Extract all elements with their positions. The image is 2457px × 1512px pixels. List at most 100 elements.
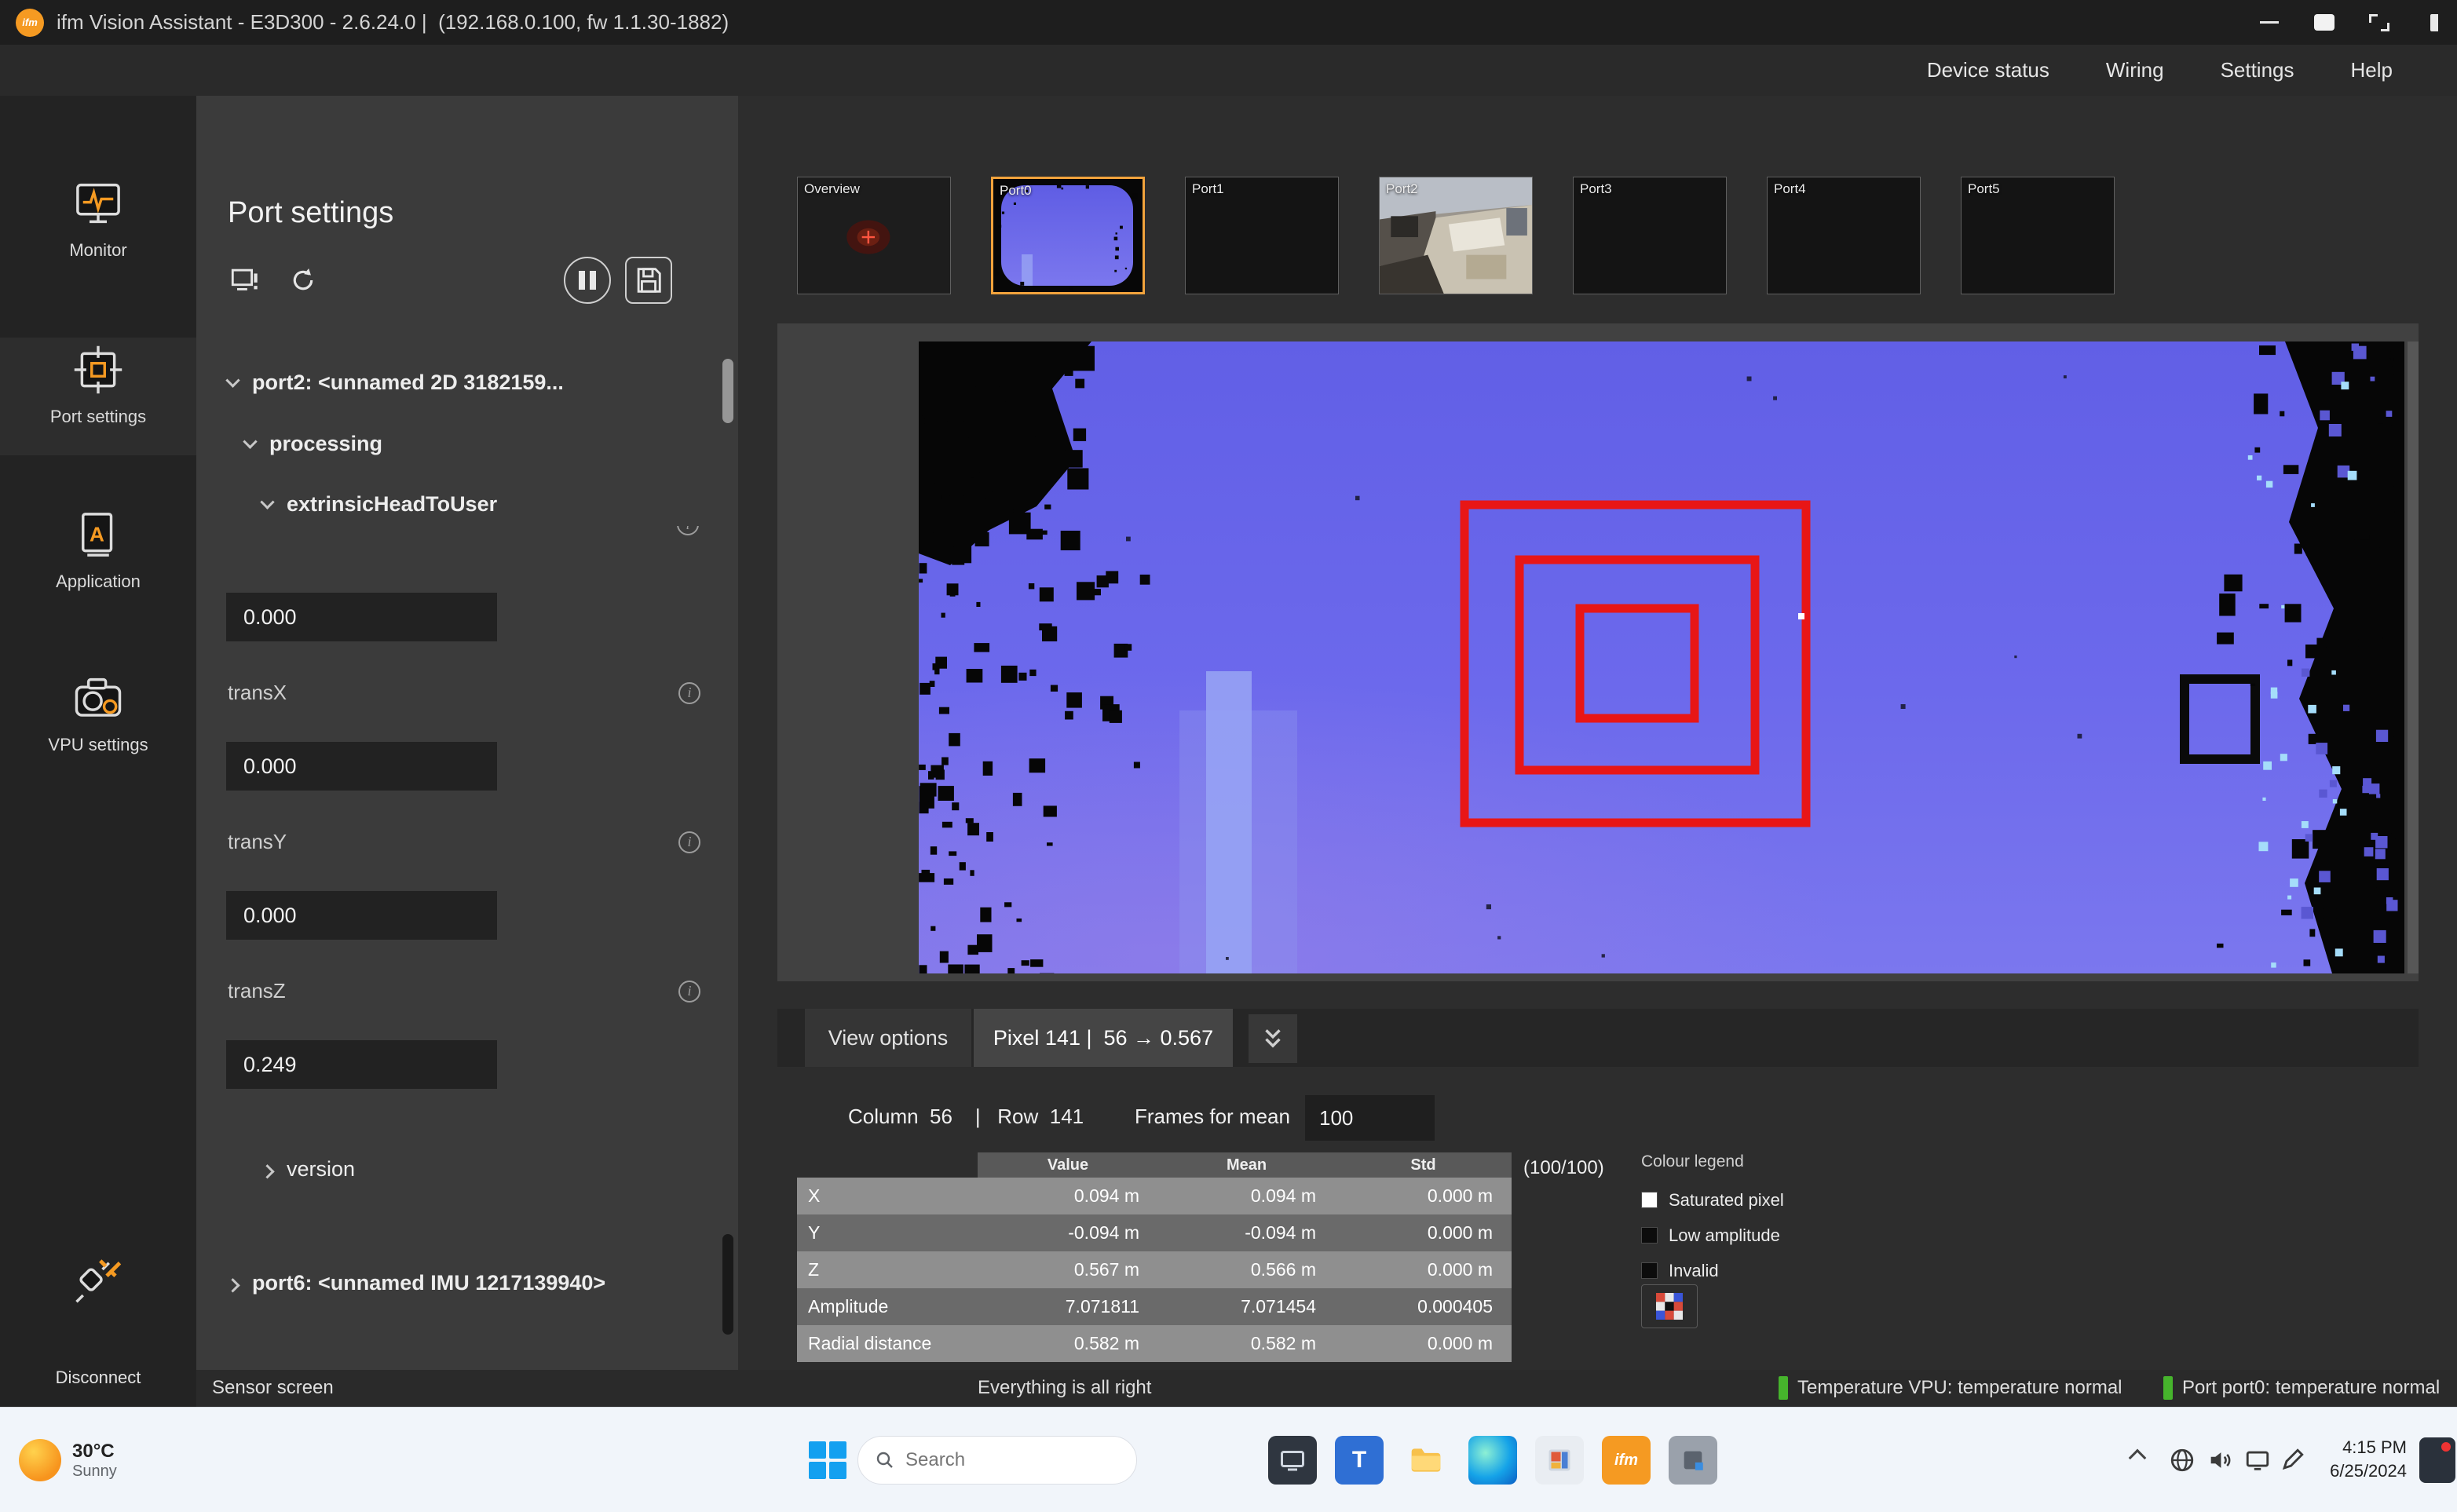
windows-logo-icon [829, 1441, 846, 1459]
tree-node-version[interactable]: version [262, 1157, 355, 1181]
maximize-button[interactable] [2313, 11, 2336, 35]
pause-icon [579, 271, 585, 290]
info-icon[interactable]: i [678, 831, 700, 853]
info-icon: i [677, 526, 699, 535]
port-settings-panel: Port settings [196, 96, 738, 1370]
legend-item-low-amplitude: Low amplitude [1641, 1218, 1971, 1253]
tree-node-processing[interactable]: processing [245, 432, 382, 456]
thumbnail-port4[interactable]: Port4 [1767, 177, 1921, 294]
clipped-info-icon: i [677, 526, 702, 539]
network-icon[interactable] [2169, 1447, 2196, 1474]
weather-temperature: 30°C [72, 1441, 117, 1463]
nav-item-monitor[interactable]: Monitor [0, 171, 196, 289]
search-input[interactable] [905, 1449, 1094, 1471]
param-input-transx[interactable] [226, 742, 497, 791]
pen-icon[interactable] [2279, 1447, 2305, 1474]
save-button[interactable] [625, 257, 672, 304]
scrollbar-thumb[interactable] [722, 1234, 733, 1335]
notes-app-icon[interactable]: T [1335, 1436, 1384, 1485]
thumbnail-overview[interactable]: Overview [797, 177, 951, 294]
nav-item-disconnect[interactable]: Disconnect [0, 1368, 196, 1388]
tree-node-label: port2: <unnamed 2D 3182159... [252, 371, 564, 395]
ifm-logo-icon: ifm [16, 9, 44, 37]
tab-view-options[interactable]: View options [805, 1009, 971, 1067]
taskbar-clock[interactable]: 4:15 PM 6/25/2024 [2330, 1436, 2407, 1483]
legend-item-invalid: Invalid [1641, 1253, 1971, 1288]
info-icon[interactable]: i [678, 682, 700, 704]
param-input-transy[interactable] [226, 891, 497, 940]
thumbnail-port1[interactable]: Port1 [1185, 177, 1339, 294]
sync-button[interactable] [280, 257, 327, 304]
tree-node-label: port6: <unnamed IMU 1217139940> [252, 1271, 605, 1295]
palette-button[interactable] [1641, 1284, 1698, 1328]
menu-item-help[interactable]: Help [2351, 58, 2393, 82]
chevron-down-icon [225, 373, 239, 387]
thumbnail-port2[interactable]: Port2 [1379, 177, 1533, 294]
start-button[interactable] [809, 1441, 846, 1479]
vpu-temperature-status: Temperature VPU: temperature normal [1779, 1376, 2122, 1400]
menu-item-settings[interactable]: Settings [2221, 58, 2294, 82]
frames-for-mean-label: Frames for mean [1135, 1105, 1290, 1129]
col-header-mean: Mean [1158, 1152, 1335, 1178]
depth-image[interactable] [919, 341, 2404, 973]
device-tool-app-icon[interactable] [1669, 1436, 1717, 1485]
thumbnail-label: Port4 [1774, 181, 1806, 197]
tree-node-port2[interactable]: port2: <unnamed 2D 3182159... [228, 371, 564, 395]
thumbnail-port0[interactable]: Port0 [991, 177, 1145, 294]
fullscreen-button[interactable] [2367, 11, 2391, 35]
media-app-icon[interactable] [1535, 1436, 1584, 1485]
nav-item-vpu-settings[interactable]: VPU settings [0, 666, 196, 783]
tab-pixel[interactable]: Pixel 141 | 56 → 0.567 [974, 1009, 1233, 1067]
speaker-icon[interactable] [2207, 1447, 2233, 1474]
pixel-summary: Column 56 | Row 141 Frames for mean [777, 1095, 2419, 1142]
clock-time: 4:15 PM [2330, 1436, 2407, 1459]
tree-node-port6[interactable]: port6: <unnamed IMU 1217139940> [228, 1271, 605, 1295]
tree-node-label: processing [269, 432, 382, 456]
file-explorer-icon[interactable] [1402, 1436, 1450, 1485]
nav-item-port-settings[interactable]: Port settings [0, 338, 196, 455]
app-window: ifm ifm Vision Assistant - E3D300 - 2.6.… [0, 0, 2457, 1512]
legend-item-saturated: Saturated pixel [1641, 1182, 1971, 1218]
frames-for-mean-input[interactable] [1305, 1095, 1435, 1141]
tree-node-extrinsic-head-to-user[interactable]: extrinsicHeadToUser [262, 492, 497, 517]
windows-logo-icon [809, 1462, 826, 1479]
pause-button[interactable] [564, 257, 611, 304]
ifm-app-icon[interactable]: ifm [1602, 1436, 1651, 1485]
screen-share-app-icon[interactable] [1268, 1436, 1317, 1485]
notification-button[interactable] [2419, 1437, 2455, 1483]
param-input-rot[interactable] [226, 593, 497, 641]
thumbnail-port3[interactable]: Port3 [1573, 177, 1727, 294]
scrollbar-thumb[interactable] [722, 359, 733, 423]
nav-sidebar: Monitor Port settings A Application [0, 96, 196, 1407]
minimize-button[interactable] [2258, 11, 2281, 35]
viewer-scrollbar[interactable] [2408, 341, 2419, 973]
tab-label: View options [828, 1026, 949, 1050]
chevron-down-icon [260, 495, 274, 509]
live-image-button[interactable] [221, 257, 269, 304]
thumbnail-label: Port1 [1192, 181, 1224, 197]
status-bar: Sensor screen Everything is all right Te… [196, 1370, 2457, 1407]
column-row-label: Column 56 | Row 141 [848, 1105, 1084, 1129]
param-input-transz[interactable] [226, 1040, 497, 1089]
taskbar-search[interactable] [857, 1436, 1137, 1485]
port-settings-icon [72, 344, 124, 396]
status-screen-label: Sensor screen [212, 1377, 334, 1399]
taskbar-weather-widget[interactable]: 30°C Sunny [19, 1408, 117, 1512]
edge-browser-icon[interactable] [1468, 1436, 1517, 1485]
application-icon: A [72, 509, 124, 561]
display-icon[interactable] [2244, 1447, 2271, 1474]
thumbnail-port5[interactable]: Port5 [1961, 177, 2115, 294]
table-header-row: Value Mean Std [797, 1152, 1512, 1178]
colour-legend: Colour legend Saturated pixel Low amplit… [1641, 1152, 1971, 1288]
col-header-value: Value [978, 1152, 1158, 1178]
inspector-tabstrip: View options Pixel 141 | 56 → 0.567 [777, 1009, 2419, 1067]
nav-item-application[interactable]: A Application [0, 502, 196, 620]
menu-item-device-status[interactable]: Device status [1927, 58, 2049, 82]
disconnect-icon[interactable] [72, 1252, 124, 1304]
collapse-panel-button[interactable] [1249, 1014, 1297, 1063]
thumbnail-label: Overview [804, 181, 860, 197]
info-icon[interactable]: i [678, 981, 700, 1003]
tray-expand-caret[interactable] [2129, 1449, 2147, 1467]
menu-item-wiring[interactable]: Wiring [2106, 58, 2164, 82]
close-button[interactable] [2422, 11, 2446, 35]
